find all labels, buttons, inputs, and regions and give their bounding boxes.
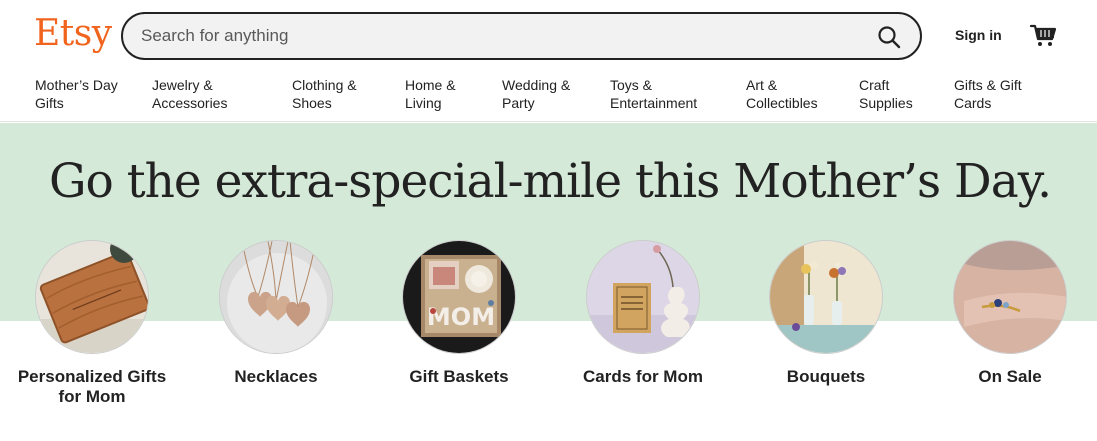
nav-item-mothers-day-gifts[interactable]: Mother’s Day Gifts bbox=[35, 76, 118, 112]
category-nav: Mother’s Day Gifts Jewelry & Accessories… bbox=[0, 70, 1097, 122]
etsy-logo[interactable]: Etsy bbox=[34, 12, 112, 56]
category-on-sale[interactable]: On Sale bbox=[935, 240, 1085, 387]
category-label: Cards for Mom bbox=[583, 367, 703, 386]
sign-in-link[interactable]: Sign in bbox=[955, 26, 1002, 44]
nav-item-home-living[interactable]: Home & Living bbox=[405, 76, 456, 112]
category-label: Gift Baskets bbox=[409, 367, 509, 386]
category-label: Personalized Gifts for Mom bbox=[17, 367, 167, 406]
category-label: Bouquets bbox=[786, 367, 866, 386]
cutting-board-image bbox=[35, 240, 149, 354]
category-label: Necklaces bbox=[234, 367, 318, 386]
cart-icon[interactable] bbox=[1029, 21, 1057, 49]
nav-item-craft-supplies[interactable]: Craft Supplies bbox=[859, 76, 913, 112]
category-cards-for-mom[interactable]: Cards for Mom bbox=[568, 240, 718, 387]
search-bar[interactable] bbox=[121, 12, 922, 60]
search-icon[interactable] bbox=[876, 24, 902, 50]
svg-text:MOM: MOM bbox=[427, 303, 495, 331]
hero-title: Go the extra-special-mile this Mother’s … bbox=[48, 154, 1052, 209]
category-gift-baskets[interactable]: MOM Gift Baskets bbox=[384, 240, 534, 387]
category-label: On Sale bbox=[978, 367, 1042, 386]
search-input[interactable] bbox=[141, 14, 841, 58]
bouquets-image bbox=[769, 240, 883, 354]
category-personalized-gifts[interactable]: Personalized Gifts for Mom bbox=[17, 240, 167, 407]
nav-item-clothing-shoes[interactable]: Clothing & Shoes bbox=[292, 76, 357, 112]
necklaces-image bbox=[219, 240, 333, 354]
nav-item-gifts-gift-cards[interactable]: Gifts & Gift Cards bbox=[954, 76, 1022, 112]
ring-image bbox=[953, 240, 1067, 354]
category-necklaces[interactable]: Necklaces bbox=[201, 240, 351, 387]
nav-item-jewelry-accessories[interactable]: Jewelry & Accessories bbox=[152, 76, 227, 112]
gift-basket-image: MOM bbox=[402, 240, 516, 354]
category-bouquets[interactable]: Bouquets bbox=[751, 240, 901, 387]
nav-item-toys-entertainment[interactable]: Toys & Entertainment bbox=[610, 76, 697, 112]
nav-item-wedding-party[interactable]: Wedding & Party bbox=[502, 76, 570, 112]
nav-item-art-collectibles[interactable]: Art & Collectibles bbox=[746, 76, 818, 112]
card-image bbox=[586, 240, 700, 354]
site-header: Etsy Sign in bbox=[0, 0, 1097, 70]
